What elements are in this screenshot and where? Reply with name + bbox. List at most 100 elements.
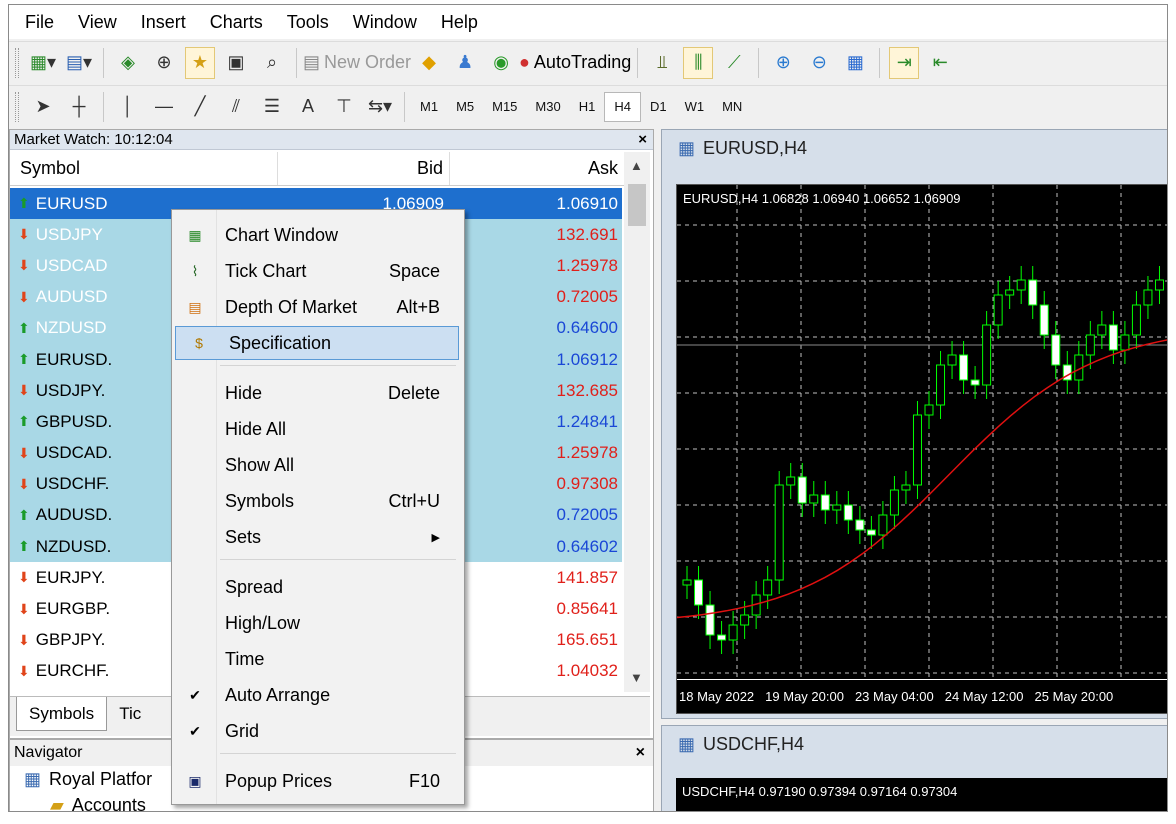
menu-item-specification[interactable]: $ Specification [175, 326, 459, 360]
menu-item-symbols[interactable]: Symbols Ctrl+U [172, 484, 464, 518]
timeframe-d1-button[interactable]: D1 [641, 92, 676, 122]
profiles-button[interactable]: ▤ ▾ [64, 47, 94, 79]
close-icon[interactable]: × [636, 744, 645, 762]
vertical-line-icon[interactable]: │ [113, 91, 143, 123]
chart-window-eurusd[interactable]: ▦ EURUSD,H4 EURUSD,H4 1.06828 1.06940 1.… [661, 129, 1167, 719]
bar-chart-icon[interactable]: ⫫ [647, 47, 677, 79]
strategy-tester-button[interactable]: ⌕ [257, 47, 287, 79]
timeframe-h4-button[interactable]: H4 [604, 91, 641, 122]
timeframe-mn-button[interactable]: MN [713, 92, 751, 122]
accounts-icon: ▰ [50, 794, 64, 812]
bid-column-header[interactable]: Bid [278, 152, 450, 185]
market-button[interactable]: ◉ [486, 47, 516, 79]
drawing-toolbar: ➤ ┼ │ — ╱ ⫽ ☰ A ⊤ ⇆▾ M1 M5 M15 M30 H1 H4 D1 W1 M… [9, 85, 1167, 127]
menu-view[interactable]: View [66, 12, 129, 33]
text-label-icon[interactable]: ⊤ [329, 91, 359, 123]
market-watch-button[interactable]: ◈ [113, 47, 143, 79]
candle [924, 404, 934, 416]
toolbar-grip[interactable] [15, 91, 19, 122]
menu-item-hide-all[interactable]: Hide All [172, 412, 464, 446]
menu-item-high-low[interactable]: High/Low [172, 606, 464, 640]
new-chart-button[interactable]: ▦ ▾ [28, 47, 58, 79]
toolbar-grip[interactable] [15, 47, 19, 78]
candle [1154, 279, 1164, 291]
tick-chart-icon: ⌇ [191, 262, 199, 279]
symbol-name: GBPUSD. [35, 411, 113, 431]
menu-item-sets[interactable]: Sets ▶ [172, 520, 464, 554]
symbol-name: EURUSD [35, 193, 108, 213]
ask-column-header[interactable]: Ask [450, 152, 622, 185]
arrows-icon[interactable]: ⇆▾ [365, 91, 395, 123]
candle [855, 519, 865, 531]
menu-help[interactable]: Help [429, 12, 490, 33]
crosshair-icon[interactable]: ┼ [64, 91, 94, 123]
menu-item-time[interactable]: Time [172, 642, 464, 676]
candle [717, 634, 727, 641]
timeframe-w1-button[interactable]: W1 [676, 92, 714, 122]
market-watch-scrollbar[interactable]: ▲ ▼ [624, 152, 650, 692]
metaeditor-button[interactable]: ◆ [414, 47, 444, 79]
menu-item-grid[interactable]: ✔ Grid [172, 714, 464, 748]
menu-item-label: Sets [225, 526, 262, 547]
usdchf-chart[interactable]: USDCHF,H4 0.97190 0.97394 0.97164 0.9730… [676, 778, 1167, 811]
scroll-thumb[interactable] [628, 184, 646, 226]
menu-window[interactable]: Window [341, 12, 429, 33]
menu-item-auto-arrange[interactable]: ✔ Auto Arrange [172, 678, 464, 712]
menu-tools[interactable]: Tools [275, 12, 341, 33]
menu-charts[interactable]: Charts [198, 12, 275, 33]
menu-item-popup-prices[interactable]: ▣ Popup Prices F10 [172, 764, 464, 798]
menu-item-hide[interactable]: Hide Delete [172, 376, 464, 410]
candlestick-plot [677, 185, 1167, 681]
zoom-in-icon[interactable]: ⊕ [768, 47, 798, 79]
horizontal-line-icon[interactable]: — [149, 91, 179, 123]
cursor-icon[interactable]: ➤ [28, 91, 58, 123]
candle [774, 484, 784, 581]
trendline-icon[interactable]: ╱ [185, 91, 215, 123]
data-window-button[interactable]: ⊕ [149, 47, 179, 79]
symbol-column-header[interactable]: Symbol [10, 152, 278, 185]
scroll-up-icon[interactable]: ▲ [630, 158, 643, 173]
menu-item-show-all[interactable]: Show All [172, 448, 464, 482]
time-axis-label: 23 May 04:00 [854, 689, 934, 704]
menu-item-tick-chart[interactable]: ⌇ Tick Chart Space [172, 254, 464, 288]
timeframe-m5-button[interactable]: M5 [447, 92, 483, 122]
tile-windows-icon[interactable]: ▦ [840, 47, 870, 79]
up-arrow-icon: ⬆ [18, 538, 30, 555]
menu-item-spread[interactable]: Spread [172, 570, 464, 604]
menu-item-label: Chart Window [225, 224, 339, 245]
down-arrow-icon: ⬇ [18, 226, 30, 243]
menu-item-shortcut: Alt+B [396, 296, 440, 317]
timeframe-m15-button[interactable]: M15 [483, 92, 526, 122]
navigator-button[interactable]: ★ [185, 46, 215, 79]
equidistant-channel-icon[interactable]: ⫽ [221, 91, 251, 123]
scroll-down-icon[interactable]: ▼ [630, 670, 643, 685]
chart-shift-icon[interactable]: ⇤ [925, 47, 955, 79]
close-icon[interactable]: × [638, 131, 647, 148]
fibonacci-icon[interactable]: ☰ [257, 91, 287, 123]
terminal-button[interactable]: ▣ [221, 47, 251, 79]
menu-insert[interactable]: Insert [129, 12, 198, 33]
tab-symbols[interactable]: Symbols [16, 697, 108, 731]
eurusd-chart[interactable]: EURUSD,H4 1.06828 1.06940 1.06652 1.0690… [676, 184, 1167, 714]
menu-item-depth-of-market[interactable]: ▤ Depth Of Market Alt+B [172, 290, 464, 324]
autoscroll-icon[interactable]: ⇥ [889, 46, 920, 79]
new-order-button[interactable]: ▤ New Order [303, 52, 411, 73]
standard-toolbar: ▦ ▾ ▤ ▾ ◈ ⊕ ★ ▣ ⌕ ▤ New Order ◆ ♟ ◉ ● AutoTr… [9, 41, 1167, 83]
chart-window-usdchf[interactable]: ▦ USDCHF,H4 USDCHF,H4 0.97190 0.97394 0.… [661, 725, 1167, 811]
menu-item-chart-window[interactable]: ▦ Chart Window [172, 218, 464, 252]
timeframe-m30-button[interactable]: M30 [526, 92, 569, 122]
context-menu: ▦ Chart Window ⌇ Tick Chart Space ▤ Depth Of M… [171, 209, 465, 805]
tab-tic[interactable]: Tic [107, 697, 153, 731]
signals-button[interactable]: ♟ [450, 47, 480, 79]
zoom-out-icon[interactable]: ⊖ [804, 47, 834, 79]
timeframe-h1-button[interactable]: H1 [570, 92, 605, 122]
toolbar-separator [103, 47, 104, 78]
candle [1131, 304, 1141, 336]
text-icon[interactable]: A [293, 91, 323, 123]
line-chart-icon[interactable]: ⟋ [719, 47, 749, 79]
candlestick-icon[interactable]: ⫼ [683, 46, 714, 79]
menu-file[interactable]: File [13, 12, 66, 33]
autotrading-button[interactable]: ● AutoTrading [519, 52, 631, 73]
candle [705, 604, 715, 636]
timeframe-m1-button[interactable]: M1 [411, 92, 447, 122]
